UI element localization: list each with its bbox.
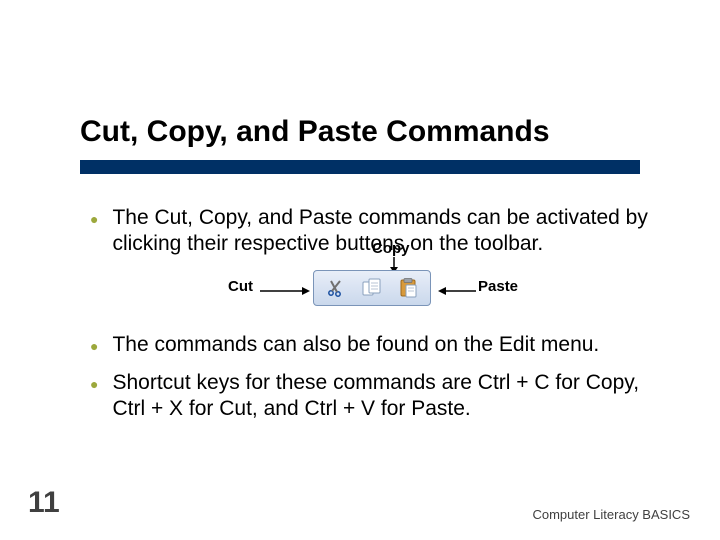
bullet-dot-icon: ● [90,370,98,423]
clipboard-icon [398,278,418,298]
bullet-text: Shortcut keys for these commands are Ctr… [112,370,650,423]
bullet-item: ● The Cut, Copy, and Paste commands can … [90,205,650,258]
bullet-dot-icon: ● [90,205,98,258]
bullet-text: The commands can also be found on the Ed… [112,332,650,358]
bullet-item: ● The commands can also be found on the … [90,332,650,358]
scissors-icon [326,278,346,298]
cut-button[interactable] [321,274,351,302]
copy-label: Copy [372,240,410,257]
slide-title: Cut, Copy, and Paste Commands [80,115,640,149]
arrow-right-icon [260,286,310,296]
cut-label: Cut [228,278,253,295]
slide: Cut, Copy, and Paste Commands ● The Cut,… [0,0,720,540]
paste-label: Paste [478,278,518,295]
slide-body: ● The Cut, Copy, and Paste commands can … [90,205,650,434]
copy-pages-icon [361,278,383,298]
bullet-item: ● Shortcut keys for these commands are C… [90,370,650,423]
title-underline [80,160,640,174]
footer-text: Computer Literacy BASICS [532,507,690,522]
bullet-dot-icon: ● [90,332,98,358]
slide-number: 11 [28,486,60,520]
copy-button[interactable] [357,274,387,302]
toolbar [313,270,431,306]
paste-button[interactable] [393,274,423,302]
slide-title-box: Cut, Copy, and Paste Commands [80,115,640,149]
toolbar-diagram: Copy Cut [118,270,650,318]
arrow-left-icon [438,286,476,296]
